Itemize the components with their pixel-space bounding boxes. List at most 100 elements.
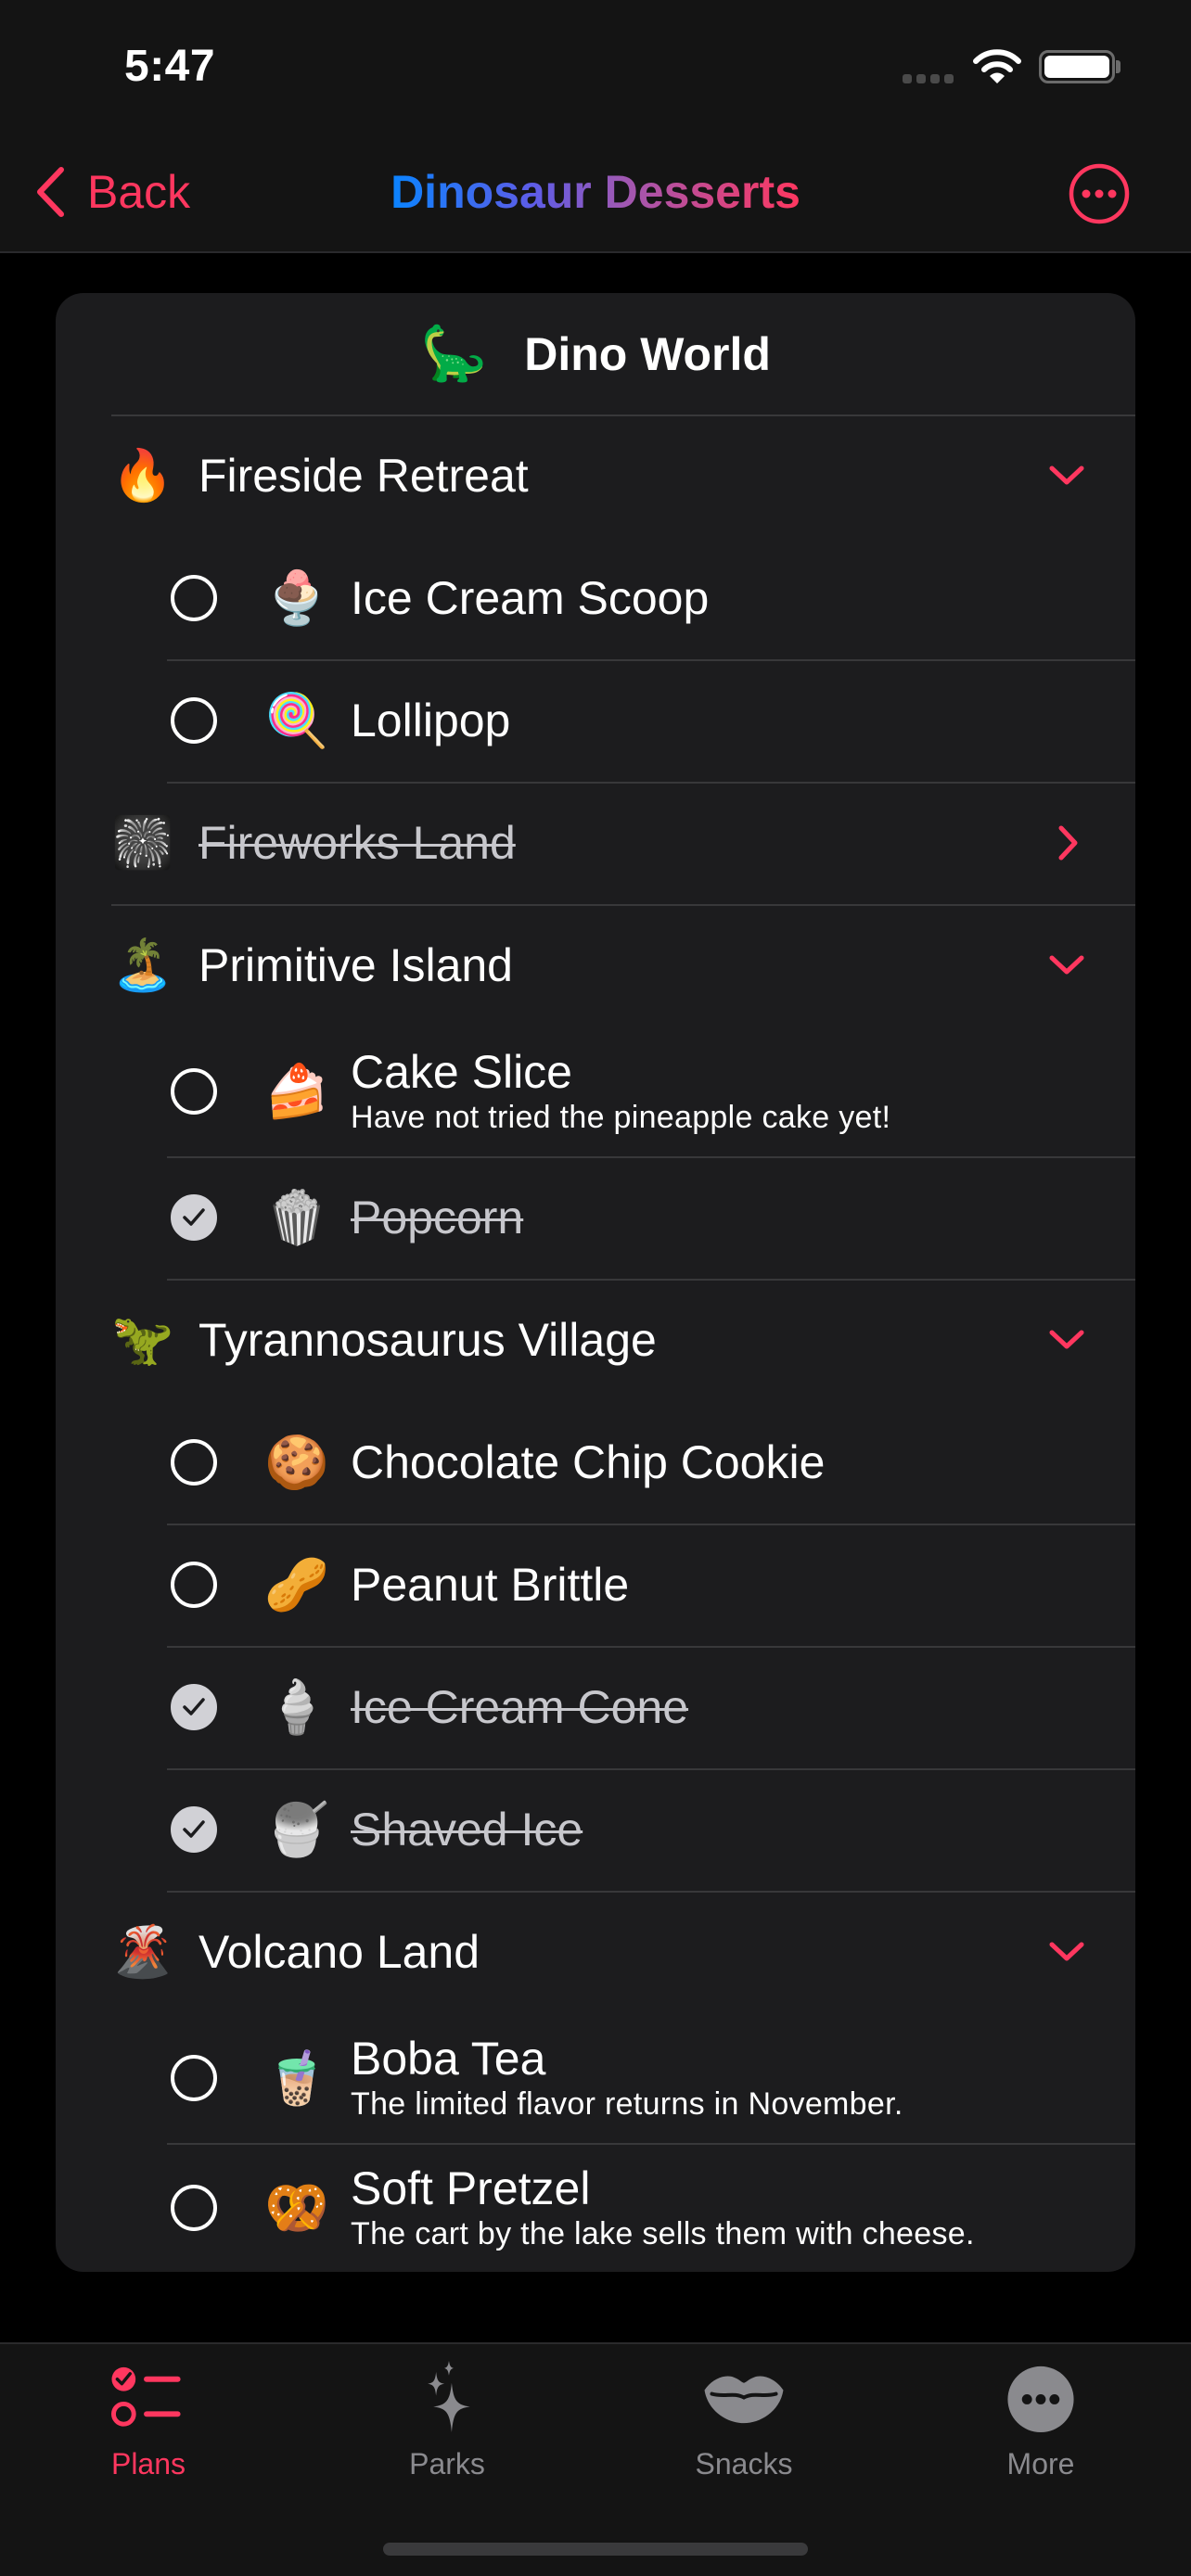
navigation-bar: 5:47 Back Dinosaur Desserts	[0, 0, 1191, 253]
item-label: Ice Cream Scoop	[351, 571, 710, 624]
section-header[interactable]: 🔥 Fireside Retreat	[56, 414, 1135, 537]
page-title: Dinosaur Desserts	[0, 165, 1191, 219]
wifi-icon	[973, 49, 1021, 83]
item-label: Boba Tea	[351, 2032, 546, 2085]
item-label: Ice Cream Cone	[351, 1680, 689, 1733]
item-emoji-icon: 🍰	[264, 1062, 329, 1120]
item-text: Ice Cream Scoop	[351, 571, 1117, 624]
item-emoji-icon: 🍨	[264, 568, 329, 627]
tab-label: Parks	[409, 2447, 485, 2480]
checkmark-icon	[183, 1698, 205, 1715]
list-title: 🦕 Dino World	[56, 293, 1135, 414]
item-text: Lollipop	[351, 695, 1117, 746]
item-text: Shaved Ice	[351, 1804, 1117, 1855]
item-label: Cake Slice	[351, 1045, 572, 1098]
item-text: Ice Cream Cone	[351, 1680, 1117, 1733]
status-time: 5:47	[124, 42, 216, 91]
battery-icon	[1039, 50, 1115, 83]
chevron-down-icon[interactable]	[1046, 455, 1087, 496]
item-note: The limited flavor returns in November.	[351, 2085, 903, 2122]
unchecked-circle-icon[interactable]	[171, 1439, 217, 1486]
section-header[interactable]: 🦖 Tyrannosaurus Village	[56, 1279, 1135, 1401]
unchecked-circle-icon[interactable]	[171, 2185, 217, 2231]
item-label: Shaved Ice	[351, 1803, 583, 1855]
unchecked-circle-icon[interactable]	[171, 575, 217, 621]
checked-circle-icon[interactable]	[171, 1194, 217, 1241]
tab-bar: Plans Parks Snacks More	[0, 2342, 1191, 2576]
item-text: Soft Pretzel The cart by the lake sells t…	[351, 2162, 1117, 2252]
section-label: Volcano Land	[198, 1926, 480, 1978]
tab-label: Snacks	[695, 2447, 793, 2480]
tab-label: Plans	[110, 2447, 186, 2480]
section-label: Fireside Retreat	[198, 450, 529, 502]
tab-plans[interactable]: Plans	[56, 2361, 241, 2481]
list-item[interactable]: 🥜 Peanut Brittle	[56, 1524, 1135, 1646]
item-label: Chocolate Chip Cookie	[351, 1435, 826, 1488]
item-text: Boba Tea The limited flavor returns in No…	[351, 2032, 1117, 2123]
list-item[interactable]: 🧋 Boba Tea The limited flavor returns in N…	[56, 2013, 1135, 2143]
section-emoji-icon: 🏝️	[111, 937, 174, 993]
list-title-text: Dino World	[524, 327, 771, 380]
item-emoji-icon: 🥨	[264, 2178, 329, 2237]
list-item[interactable]: 🍭 Lollipop	[56, 659, 1135, 782]
dino-world-list: 🦕 Dino World 🔥 Fireside Retreat 🍨 Ice Cream…	[56, 293, 1135, 2272]
more-options-button[interactable]	[1069, 163, 1130, 224]
tab-snacks[interactable]: Snacks	[651, 2361, 837, 2481]
checkmark-icon	[183, 1820, 205, 1838]
tab-label: More	[1006, 2447, 1075, 2480]
item-emoji-icon: 🧋	[264, 2048, 329, 2107]
item-note: Have not tried the pineapple cake yet!	[351, 1099, 891, 1135]
item-label: Soft Pretzel	[351, 2162, 591, 2214]
chevron-down-icon[interactable]	[1046, 1932, 1087, 1972]
list-item[interactable]: 🍦 Ice Cream Cone	[56, 1646, 1135, 1768]
item-text: Peanut Brittle	[351, 1558, 1117, 1611]
mouth-icon	[704, 2376, 784, 2424]
chevron-right-icon[interactable]	[1046, 823, 1087, 863]
item-label: Peanut Brittle	[351, 1558, 630, 1611]
list-item[interactable]: 🥨 Soft Pretzel The cart by the lake sells …	[56, 2143, 1135, 2272]
home-indicator	[383, 2543, 808, 2556]
section-label: Primitive Island	[198, 939, 513, 991]
item-text: Chocolate Chip Cookie	[351, 1435, 1117, 1488]
unchecked-circle-icon[interactable]	[171, 697, 217, 744]
unchecked-circle-icon[interactable]	[171, 2055, 217, 2101]
list-item[interactable]: 🍧 Shaved Ice	[56, 1768, 1135, 1891]
section-header[interactable]: 🌋 Volcano Land	[56, 1891, 1135, 2013]
section-emoji-icon: 🔥	[111, 447, 174, 504]
item-emoji-icon: 🍦	[264, 1677, 329, 1736]
cellular-signal-icon	[903, 74, 954, 83]
page-title-text: Dinosaur Desserts	[391, 166, 800, 218]
checklist-icon	[110, 2366, 181, 2427]
section-header[interactable]: 🏝️ Primitive Island	[56, 904, 1135, 1027]
item-emoji-icon: 🍧	[264, 1800, 329, 1858]
checked-circle-icon[interactable]	[171, 1684, 217, 1730]
chevron-down-icon[interactable]	[1046, 1320, 1087, 1360]
item-emoji-icon: 🥜	[264, 1555, 329, 1613]
tab-parks[interactable]: Parks	[354, 2361, 540, 2481]
battery-tip	[1116, 60, 1121, 73]
list-item[interactable]: 🍨 Ice Cream Scoop	[56, 537, 1135, 659]
unchecked-circle-icon[interactable]	[171, 1562, 217, 1608]
item-emoji-icon: 🍭	[264, 691, 329, 749]
item-text: Popcorn	[351, 1192, 1117, 1243]
section-emoji-icon: 🌋	[111, 1923, 174, 1980]
list-item[interactable]: 🍪 Chocolate Chip Cookie	[56, 1401, 1135, 1524]
section-emoji-icon: 🦖	[111, 1311, 174, 1368]
sauropod-icon: 🦕	[420, 323, 488, 384]
item-emoji-icon: 🍿	[264, 1188, 329, 1246]
tab-more[interactable]: More	[948, 2361, 1133, 2481]
sparkles-icon	[428, 2361, 470, 2433]
section-header[interactable]: 🎆 Fireworks Land	[56, 782, 1135, 904]
list-item[interactable]: 🍰 Cake Slice Have not tried the pineapple …	[56, 1027, 1135, 1156]
list-item[interactable]: 🍿 Popcorn	[56, 1156, 1135, 1279]
item-note: The cart by the lake sells them with che…	[351, 2215, 975, 2251]
list-rows: 🔥 Fireside Retreat 🍨 Ice Cream Scoop 🍭 Lollip…	[56, 414, 1135, 2272]
item-label: Popcorn	[351, 1191, 524, 1243]
item-text: Cake Slice Have not tried the pineapple c…	[351, 1045, 1117, 1136]
section-label: Tyrannosaurus Village	[198, 1314, 657, 1366]
section-label: Fireworks Land	[198, 817, 516, 869]
unchecked-circle-icon[interactable]	[171, 1068, 217, 1115]
checked-circle-icon[interactable]	[171, 1806, 217, 1853]
chevron-down-icon[interactable]	[1046, 945, 1087, 986]
section-emoji-icon: 🎆	[111, 814, 174, 871]
